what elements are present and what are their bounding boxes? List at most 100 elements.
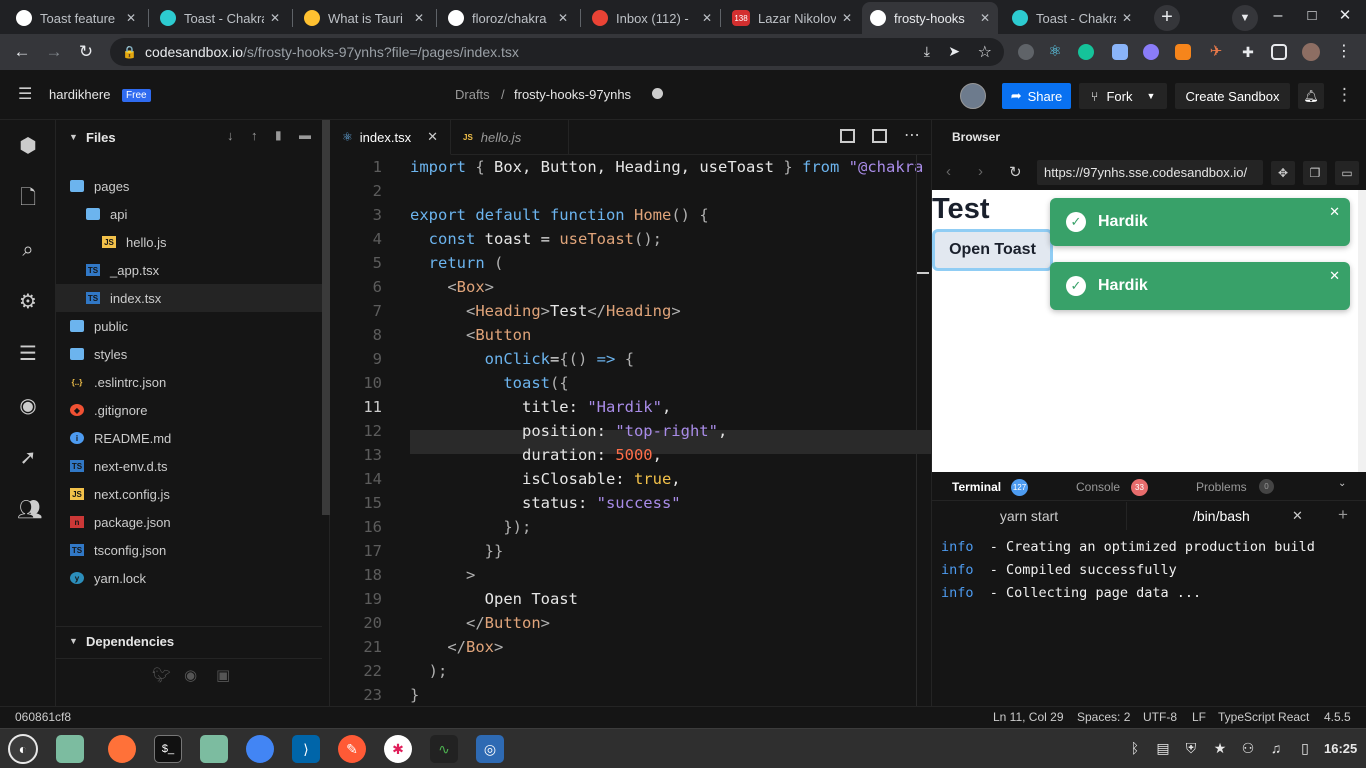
file-tree-item[interactable]: ◆ .gitignore — [56, 396, 322, 424]
collapse-chevron-icon[interactable]: ▼ — [69, 636, 78, 646]
preview-window-icon[interactable] — [872, 129, 887, 143]
user-avatar[interactable] — [960, 83, 986, 109]
deploy-rocket-icon[interactable]: ➚ — [17, 447, 39, 469]
close-tab-icon[interactable]: ✕ — [126, 11, 136, 25]
close-session-icon[interactable]: ✕ — [1292, 508, 1303, 524]
file-tree-item[interactable]: public — [56, 312, 322, 340]
download-icon[interactable]: ↓ — [227, 128, 234, 143]
close-tab-icon[interactable]: ✕ — [427, 129, 438, 145]
browser-tab[interactable]: 138 Lazar Nikolov ✕ — [724, 2, 860, 34]
github-icon[interactable]: ◉ — [17, 395, 39, 417]
preview-refresh-icon[interactable]: ↻ — [1009, 163, 1022, 181]
terminal-app-icon[interactable]: $_ — [154, 735, 182, 763]
cursor-position[interactable]: Ln 11, Col 29 — [993, 710, 1064, 724]
project-info-icon[interactable]: ⬢ — [17, 135, 39, 157]
clock[interactable]: 16:25 — [1324, 741, 1357, 756]
extension-icon[interactable]: ✈ — [1208, 44, 1224, 60]
browser-tab[interactable]: frosty-hooks ✕ — [862, 2, 998, 34]
file-tree-item[interactable]: TS next-env.d.ts — [56, 452, 322, 480]
preview-scrollbar[interactable] — [1358, 190, 1366, 472]
browser-tab[interactable]: Toast - Chakra ✕ — [152, 2, 288, 34]
responsive-view-icon[interactable]: ✥ — [1271, 161, 1295, 185]
extensions-puzzle-icon[interactable]: ✚ — [1240, 44, 1256, 60]
files-app-icon[interactable] — [200, 735, 228, 763]
reload-icon[interactable]: ↻ — [76, 42, 96, 62]
live-collaboration-icon[interactable]: 👥︎ — [17, 499, 42, 521]
file-tree-item[interactable]: TS tsconfig.json — [56, 536, 322, 564]
open-new-window-icon[interactable]: ❐ — [1303, 161, 1327, 185]
tab-hello-js[interactable]: JS hello.js — [451, 120, 569, 155]
more-options-icon[interactable]: ⋮ — [1336, 85, 1353, 105]
twitter-icon[interactable]: 🐦︎ — [152, 666, 171, 684]
tab-terminal[interactable]: Terminal — [952, 480, 1001, 494]
browser-tab[interactable]: Inbox (112) - ✕ — [584, 2, 720, 34]
forward-icon[interactable]: → — [44, 42, 64, 62]
typescript-version[interactable]: 4.5.5 — [1324, 710, 1351, 724]
close-window-icon[interactable]: ✕ — [1337, 8, 1353, 24]
github-icon[interactable]: ◉ — [184, 666, 197, 684]
new-tab-button[interactable]: + — [1154, 5, 1180, 31]
tab-problems[interactable]: Problems — [1196, 480, 1247, 494]
browser-tab[interactable]: What is Tauri ✕ — [296, 2, 432, 34]
file-encoding[interactable]: UTF-8 — [1143, 710, 1177, 724]
close-tab-icon[interactable]: ✕ — [270, 11, 280, 25]
share-button[interactable]: ➦ Share — [1002, 83, 1071, 109]
file-tree-item[interactable]: JS hello.js — [56, 228, 322, 256]
file-tree-item[interactable]: {..} .eslintrc.json — [56, 368, 322, 396]
collapse-chevron-icon[interactable]: ▼ — [69, 132, 78, 142]
metamask-icon[interactable] — [1175, 44, 1191, 60]
new-folder-icon[interactable]: ▬ — [299, 128, 311, 142]
tab-index-tsx[interactable]: ⚛ index.tsx ✕ — [330, 120, 451, 155]
react-devtools-icon[interactable]: ⚛ — [1047, 44, 1063, 60]
preview-forward-icon[interactable]: › — [978, 163, 983, 180]
send-icon[interactable]: ➤ — [948, 43, 960, 60]
file-tree-item[interactable]: i README.md — [56, 424, 322, 452]
file-tree-item[interactable]: n package.json — [56, 508, 322, 536]
maximize-icon[interactable]: □ — [1304, 8, 1320, 24]
file-tree-item[interactable]: styles — [56, 340, 322, 368]
extension-icon[interactable] — [1018, 44, 1034, 60]
breadcrumb-drafts[interactable]: Drafts — [455, 87, 490, 102]
file-tree-item[interactable]: y yarn.lock — [56, 564, 322, 592]
close-icon[interactable]: ✕ — [1329, 204, 1340, 220]
tab-search-icon[interactable]: ▼ — [1232, 5, 1258, 31]
bluetooth-icon[interactable]: ᛒ — [1127, 740, 1143, 756]
tab-console[interactable]: Console — [1076, 480, 1120, 494]
browser-tab[interactable]: Toast feature ✕ — [8, 2, 144, 34]
side-panel-icon[interactable] — [1271, 44, 1287, 60]
sandbox-name[interactable]: frosty-hooks-97ynhs — [514, 87, 631, 102]
explorer-scrollbar[interactable] — [322, 120, 330, 515]
discord-icon[interactable]: ▣ — [216, 666, 230, 684]
username[interactable]: hardikhere — [49, 87, 110, 102]
vscode-icon[interactable]: ⟩ — [292, 735, 320, 763]
dependencies-title[interactable]: Dependencies — [86, 634, 174, 649]
chevron-down-icon[interactable]: ⌄ — [1338, 478, 1346, 489]
profile-avatar[interactable] — [1302, 43, 1320, 61]
mint-menu-icon[interactable]: ◐ — [8, 734, 38, 764]
open-toast-button[interactable]: Open Toast — [932, 229, 1053, 271]
server-control-icon[interactable]: ☰ — [17, 343, 39, 365]
close-tab-icon[interactable]: ✕ — [702, 11, 712, 25]
notifications-bell-icon[interactable]: 🔔︎ — [1298, 83, 1324, 109]
preview-back-icon[interactable]: ‹ — [946, 163, 951, 180]
file-tree-item[interactable]: TS _app.tsx — [56, 256, 322, 284]
extension-icon[interactable] — [1143, 44, 1159, 60]
shield-icon[interactable]: ⛨ — [1183, 740, 1199, 756]
slack-icon[interactable]: ✱ — [384, 735, 412, 763]
file-tree-item[interactable]: api — [56, 200, 322, 228]
firefox-icon[interactable] — [108, 735, 136, 763]
preview-url-input[interactable]: https://97ynhs.sse.codesandbox.io/ — [1037, 160, 1263, 185]
file-tree-item[interactable]: TS index.tsx — [56, 284, 322, 312]
url-bar[interactable]: 🔒 codesandbox.io/s/frosty-hooks-97ynhs?f… — [110, 38, 1004, 66]
file-tree-item[interactable]: pages — [56, 172, 322, 200]
clipboard-icon[interactable]: ▤ — [1155, 740, 1171, 756]
code-area[interactable]: 1 import { Box, Button, Heading, useToast… — [330, 155, 931, 706]
screen-capture-icon[interactable] — [1112, 44, 1128, 60]
bookmark-star-icon[interactable]: ☆ — [978, 42, 992, 62]
more-options-icon[interactable]: ⋯ — [904, 125, 920, 145]
grammarly-icon[interactable] — [1078, 44, 1094, 60]
create-sandbox-button[interactable]: Create Sandbox — [1175, 83, 1290, 109]
indent-spaces[interactable]: Spaces: 2 — [1077, 710, 1130, 724]
new-terminal-icon[interactable]: + — [1338, 505, 1348, 525]
file-explorer-icon[interactable]: 🗋︎ — [17, 187, 39, 209]
